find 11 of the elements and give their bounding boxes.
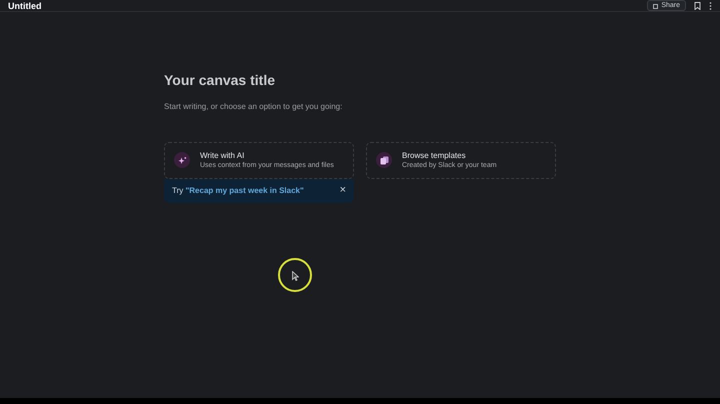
pages-icon — [380, 156, 388, 165]
canvas-subtitle: Start writing, or choose an option to get you going: — [164, 100, 344, 113]
suggestion-text[interactable]: Try "Recap my past week in Slack" — [172, 184, 304, 197]
more-options-icon[interactable] — [709, 2, 712, 10]
close-button[interactable]: × — [340, 185, 346, 196]
canvas-title: Your canvas title — [164, 72, 276, 89]
share-icon — [653, 2, 660, 8]
sparkle-icon — [178, 156, 186, 165]
canvas-tab-title: Untitled — [8, 0, 42, 10]
bookmark-icon[interactable] — [694, 2, 701, 10]
cursor-icon — [292, 271, 299, 281]
